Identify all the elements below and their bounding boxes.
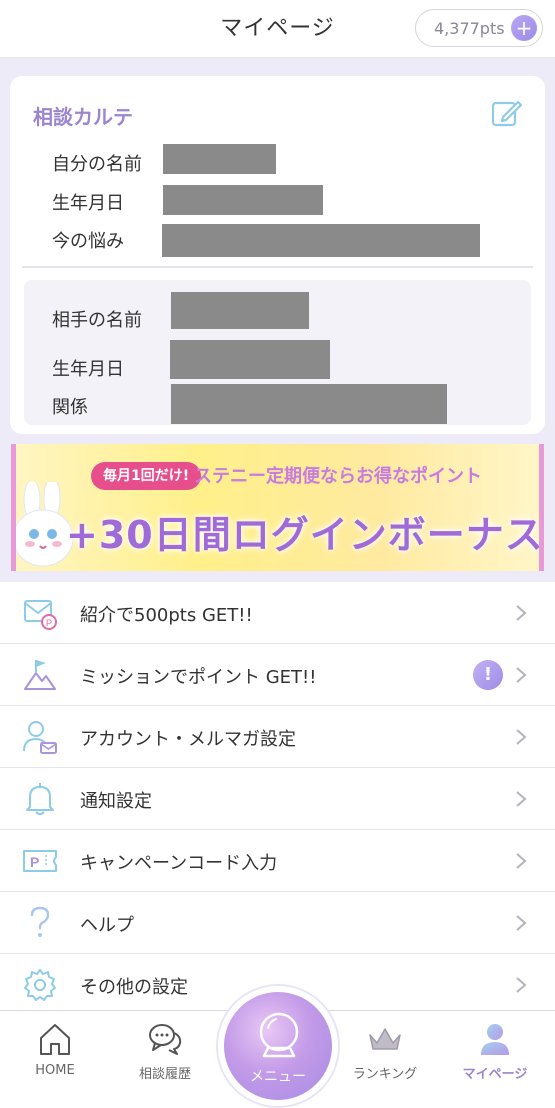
gear-icon (24, 969, 56, 1001)
consultation-chart-title: 相談カルテ (33, 105, 133, 129)
own-name-value-redacted (163, 144, 276, 174)
menu-item-label: ヘルプ (80, 915, 134, 936)
banner-headline: +30日間ログインボーナス (66, 513, 544, 557)
banner-tag: 毎月1回だけ! (91, 462, 202, 490)
menu-item-label: 通知設定 (80, 791, 152, 812)
menu-item-label: アカウント・メルマガ設定 (80, 729, 296, 750)
partner-name-value-redacted (171, 292, 309, 329)
account-mail-icon (23, 721, 57, 754)
menu-item-label: キャンペーンコード入力 (80, 853, 278, 874)
tab-ranking[interactable]: ランキング (330, 1011, 440, 1108)
current-worry-value-redacted (162, 224, 480, 257)
edit-icon[interactable] (491, 98, 523, 128)
tab-mypage[interactable]: マイページ (440, 1011, 550, 1108)
menu-item-mission[interactable]: ミッションでポイント GET!! ! (0, 644, 555, 706)
help-icon (30, 906, 50, 937)
menu-item-label: ミッションでポイント GET!! (80, 667, 317, 688)
own-birthday-value-redacted (163, 185, 323, 215)
points-pill[interactable]: 4,377pts + (415, 9, 543, 47)
partner-birthday-value-redacted (170, 340, 330, 379)
chevron-right-icon (516, 977, 527, 993)
add-points-icon[interactable]: + (511, 15, 537, 41)
chevron-right-icon (516, 605, 527, 621)
points-balance: 4,377pts (434, 19, 505, 38)
partner-info-box: 相手の名前 生年月日 関係 (24, 280, 531, 425)
menu-item-account[interactable]: アカウント・メルマガ設定 (0, 706, 555, 768)
svg-text:P: P (30, 854, 39, 870)
mission-flag-icon (24, 660, 56, 690)
divider (22, 266, 533, 268)
partner-name-label: 相手の名前 (52, 310, 142, 331)
chevron-right-icon (516, 915, 527, 931)
notification-badge: ! (473, 660, 503, 690)
svg-text:P: P (46, 618, 52, 628)
menu-item-notification[interactable]: 通知設定 (0, 768, 555, 830)
tab-label: HOME (35, 1063, 75, 1078)
chat-history-icon (149, 1024, 182, 1055)
menu-item-campaign-code[interactable]: P キャンペーンコード入力 (0, 830, 555, 892)
tab-history[interactable]: 相談履歴 (110, 1011, 220, 1108)
header-bar: マイページ 4,377pts + (0, 0, 555, 58)
chevron-right-icon (516, 729, 527, 745)
home-icon (40, 1024, 70, 1055)
tab-label: メニュー (250, 1069, 306, 1085)
menu-item-help[interactable]: ヘルプ (0, 892, 555, 954)
tab-label: ランキング (352, 1067, 418, 1082)
crown-icon (369, 1028, 401, 1050)
campaign-code-icon: P (23, 850, 57, 872)
chevron-right-icon (516, 667, 527, 683)
relationship-value-redacted (171, 384, 447, 424)
crystal-ball-icon (259, 1012, 299, 1058)
tab-label: 相談履歴 (138, 1067, 191, 1082)
menu-item-label: 紹介で500pts GET!! (80, 605, 253, 626)
invite-mail-icon: P (24, 600, 57, 630)
partner-birthday-label: 生年月日 (52, 359, 124, 380)
bell-icon (26, 783, 54, 815)
tab-label: マイページ (462, 1067, 528, 1082)
own-birthday-label: 生年月日 (52, 193, 124, 214)
consultation-chart-card: 相談カルテ 自分の名前 生年月日 今の悩み 相手の名前 生年月日 関係 (10, 76, 545, 434)
banner-subtitle: ステニー定期便ならお得なポイント (194, 466, 482, 487)
menu-item-label: その他の設定 (80, 977, 188, 998)
current-worry-label: 今の悩み (52, 231, 124, 252)
login-bonus-banner[interactable]: 毎月1回だけ! ステニー定期便ならお得なポイント +30日間ログインボーナス (11, 444, 544, 571)
tab-home[interactable]: HOME (0, 1011, 110, 1108)
chevron-right-icon (516, 853, 527, 869)
chevron-right-icon (516, 791, 527, 807)
tab-menu[interactable]: メニュー (218, 986, 338, 1106)
user-icon (481, 1024, 509, 1055)
menu-item-invite[interactable]: P 紹介で500pts GET!! (0, 582, 555, 644)
relationship-label: 関係 (52, 397, 88, 418)
own-name-label: 自分の名前 (52, 154, 142, 175)
